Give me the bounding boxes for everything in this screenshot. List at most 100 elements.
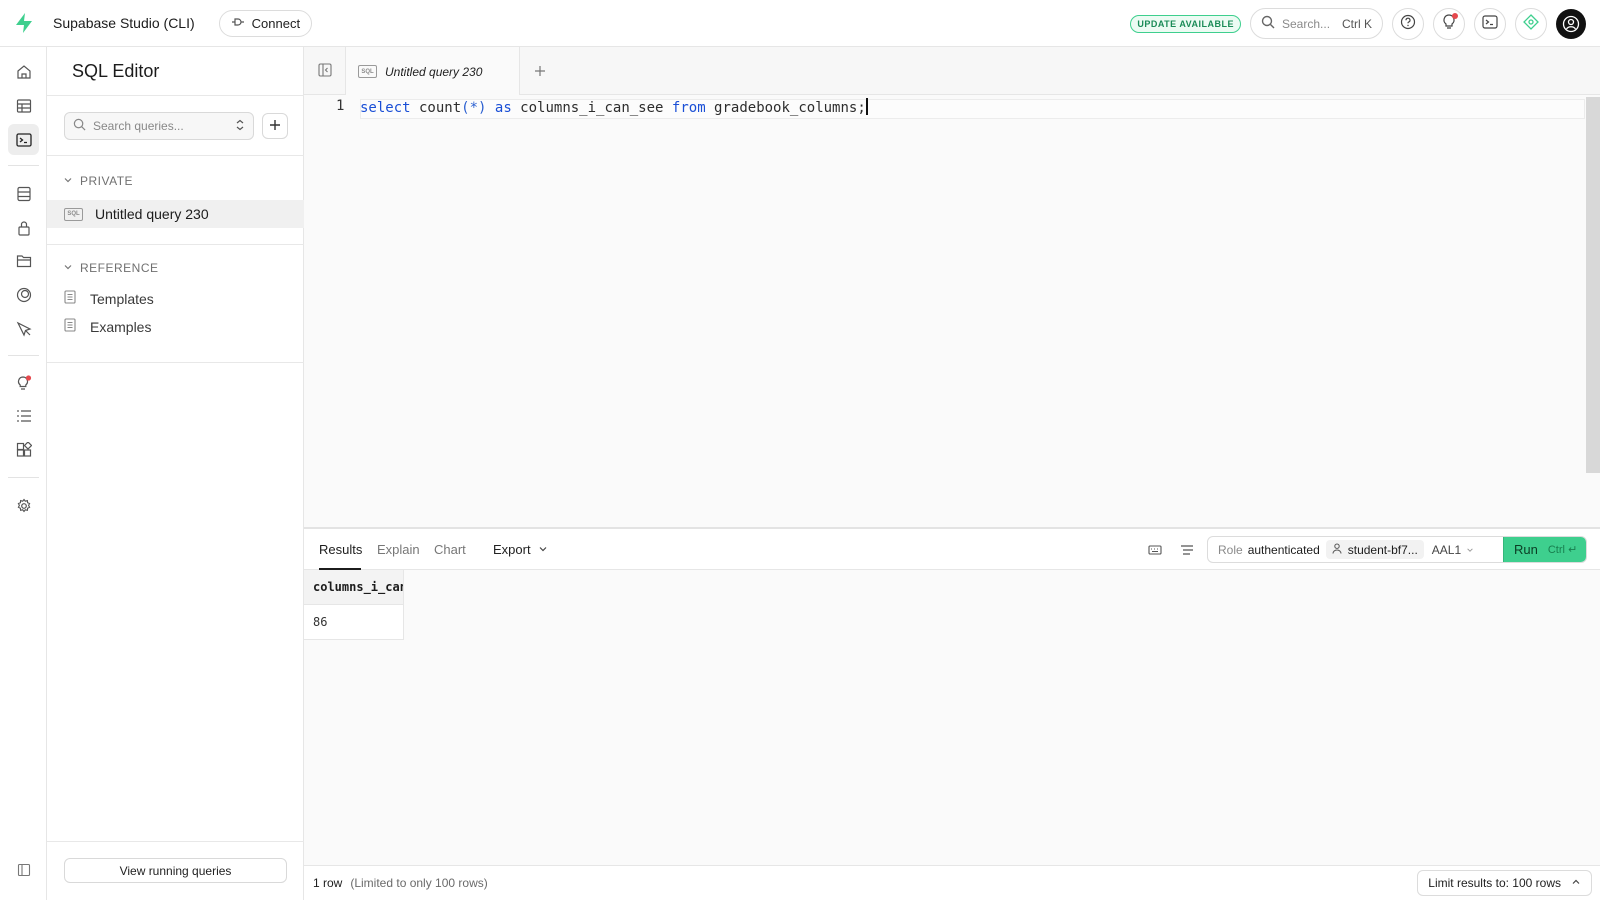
nav-rail [0,47,47,900]
impersonated-user-chip[interactable]: student-bf7... [1325,540,1424,559]
chevron-down-icon [1466,543,1474,557]
plus-icon [534,61,546,82]
code-token: from [671,100,706,116]
limit-results-dropdown[interactable]: Limit results to: 100 rows [1417,870,1592,896]
sort-chevrons-icon[interactable] [235,119,245,134]
reference-section-header[interactable]: REFERENCE [63,261,159,275]
sql-editor-sidebar: SQL Editor Search queries... PRIVATE SQL… [47,47,304,900]
sql-code-editor[interactable]: 1 select count(*) as columns_i_can_see f… [304,95,1600,527]
run-label: Run [1514,542,1538,557]
table-editor-icon[interactable] [8,90,39,121]
chevron-down-icon [538,542,548,557]
tab-untitled-query[interactable]: SQL Untitled query 230 [346,47,520,96]
editor-scrollbar[interactable] [1586,97,1600,473]
limit-label: Limit results to: 100 rows [1428,876,1561,890]
realtime-icon[interactable] [8,279,39,310]
export-dropdown[interactable]: Export [493,542,548,557]
query-item-label: Untitled query 230 [95,206,209,222]
private-header-label: PRIVATE [80,174,134,188]
auth-icon[interactable] [8,212,39,243]
column-header[interactable]: columns_i_can [304,570,404,605]
update-available-badge[interactable]: UPDATE AVAILABLE [1130,14,1241,33]
chevron-up-icon [1571,876,1581,890]
top-bar: Supabase Studio (CLI) Connect UPDATE AVA… [0,0,1600,47]
user-icon [1332,543,1342,557]
panel-left-icon [317,62,332,80]
supabase-logo[interactable] [0,0,47,47]
toggle-sidebar-button[interactable] [304,47,346,95]
role-value[interactable]: authenticated [1248,543,1320,557]
terminal-button[interactable] [1474,7,1506,40]
line-number: 1 [336,98,345,114]
text-cursor [865,98,868,115]
global-search[interactable]: Search... Ctrl K [1250,8,1383,39]
code-token: columns_i_can_see [511,100,672,116]
code-token: select [360,100,411,116]
reference-item-label: Examples [90,318,152,335]
run-shortcut: Ctrl ↵ [1547,544,1578,556]
terminal-icon [1482,15,1498,32]
keyboard-shortcuts-icon[interactable] [1147,542,1163,558]
results-toolbar: Results Explain Chart Export Role authen… [304,527,1600,570]
private-section-header[interactable]: PRIVATE [63,174,133,188]
main-area: SQL Untitled query 230 1 select count(*)… [304,47,1600,900]
storage-icon[interactable] [8,245,39,276]
assistant-icon [1523,14,1539,33]
result-cell[interactable]: 86 [304,605,404,640]
chevron-down-icon [63,261,73,275]
plug-icon [231,16,245,31]
ai-assistant-button[interactable] [1515,7,1547,40]
settings-icon[interactable] [8,490,39,521]
reference-item-templates[interactable]: Templates [64,290,154,307]
help-button[interactable] [1392,7,1424,40]
database-icon[interactable] [8,178,39,209]
advisor-notifications-button[interactable] [1433,7,1465,40]
query-search-placeholder: Search queries... [93,119,184,133]
reference-item-examples[interactable]: Examples [64,318,151,335]
tab-explain[interactable]: Explain [377,542,420,557]
row-count: 1 row [313,876,343,890]
reference-item-label: Templates [90,290,154,307]
integrations-icon[interactable] [8,434,39,465]
code-token: gradebook_columns; [705,100,866,116]
plus-icon [269,119,281,134]
logs-icon[interactable] [8,400,39,431]
sql-file-icon: SQL [358,65,377,78]
code-line[interactable]: select count(*) as columns_i_can_see fro… [360,98,868,116]
document-icon [64,290,76,307]
advisors-icon[interactable] [8,367,39,398]
results-footer: 1 row (Limited to only 100 rows) Limit r… [304,865,1600,900]
tab-label: Untitled query 230 [385,64,483,79]
view-running-queries-button[interactable]: View running queries [64,858,287,883]
notification-dot [1452,12,1458,19]
sql-editor-icon[interactable] [8,124,39,155]
reference-header-label: REFERENCE [80,261,159,275]
role-label: Role [1218,542,1243,557]
search-shortcut: Ctrl K [1342,16,1372,31]
code-token: as [494,100,512,116]
new-query-button[interactable] [262,113,288,139]
help-icon [1400,14,1416,33]
search-icon [73,118,86,134]
run-button[interactable]: Run Ctrl ↵ [1503,537,1586,562]
connect-button[interactable]: Connect [218,9,313,37]
code-token: (*) [461,100,487,116]
connect-label: Connect [251,15,301,31]
home-icon[interactable] [8,56,39,87]
user-avatar[interactable] [1556,8,1586,39]
query-search-input[interactable]: Search queries... [64,112,254,140]
role-impersonation-control[interactable]: Role authenticated student-bf7... AAL1 R… [1207,536,1587,563]
tab-results[interactable]: Results [319,542,362,557]
edge-functions-icon[interactable] [8,313,39,344]
new-tab-button[interactable] [530,61,550,81]
results-grid: columns_i_can 86 [304,570,1600,869]
format-query-icon[interactable] [1179,542,1195,558]
code-token: count [410,100,462,116]
tab-chart[interactable]: Chart [434,542,466,557]
query-list-item[interactable]: SQL Untitled query 230 [47,200,304,228]
collapse-sidebar-icon[interactable] [8,854,39,885]
sidebar-title: SQL Editor [72,61,160,81]
project-name[interactable]: Supabase Studio (CLI) [53,15,195,31]
aal-dropdown[interactable]: AAL1 [1432,543,1474,557]
